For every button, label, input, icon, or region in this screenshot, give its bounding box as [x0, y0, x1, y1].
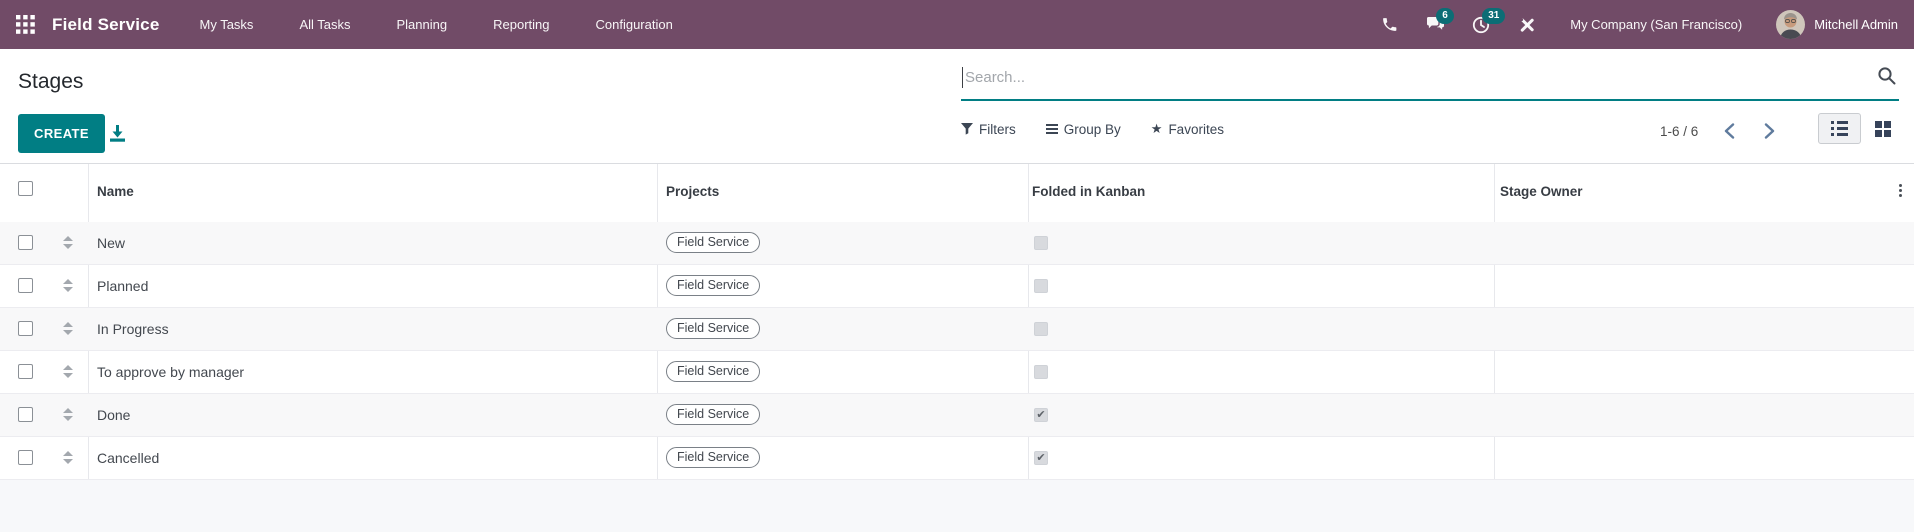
select-all-checkbox[interactable]: [18, 181, 33, 196]
optional-columns-icon[interactable]: [1899, 184, 1902, 197]
menu-all-tasks[interactable]: All Tasks: [299, 17, 350, 32]
project-tag: Field Service: [666, 404, 761, 425]
activities-count-badge: 31: [1482, 7, 1506, 24]
drag-handle-icon[interactable]: [63, 279, 73, 292]
project-tag: Field Service: [666, 232, 761, 253]
navbar-systray: 6 31 My Company (San Francisco) Mitchell…: [1378, 7, 1898, 39]
project-tag: Field Service: [666, 361, 761, 382]
stage-name: New: [97, 235, 126, 251]
stage-name: In Progress: [97, 321, 169, 337]
folded-checkbox: ✔: [1034, 365, 1048, 379]
row-checkbox[interactable]: [18, 450, 33, 465]
group-by-button[interactable]: Group By: [1045, 122, 1121, 137]
table-row[interactable]: To approve by manager Field Service ✔: [0, 351, 1914, 394]
drag-handle-icon[interactable]: [63, 408, 73, 421]
pager-range: 1-6 / 6: [1660, 123, 1699, 139]
funnel-icon: [961, 123, 973, 135]
clock-icon[interactable]: 31: [1470, 7, 1506, 36]
stage-name: Done: [97, 407, 131, 423]
folded-checkbox: ✔: [1034, 236, 1048, 250]
crossed-tools-icon[interactable]: [1516, 14, 1538, 36]
favorites-button[interactable]: ★ Favorites: [1151, 121, 1224, 137]
row-checkbox[interactable]: [18, 407, 33, 422]
star-icon: ★: [1150, 121, 1163, 136]
search-filter-bar: Filters Group By ★ Favorites: [961, 121, 1224, 137]
search-input[interactable]: Search...: [961, 58, 1899, 101]
project-tag: Field Service: [666, 318, 761, 339]
create-button[interactable]: CREATE: [18, 114, 105, 153]
stage-name: Cancelled: [97, 450, 160, 466]
list-view-button[interactable]: [1818, 113, 1861, 144]
app-title[interactable]: Field Service: [52, 15, 160, 35]
folded-checkbox: ✔: [1034, 322, 1048, 336]
table-row[interactable]: Done Field Service ✔: [0, 394, 1914, 437]
folded-checkbox: ✔: [1034, 279, 1048, 293]
drag-handle-icon[interactable]: [63, 322, 73, 335]
row-checkbox[interactable]: [18, 364, 33, 379]
user-avatar: [1776, 10, 1806, 39]
column-header-folded[interactable]: Folded in Kanban: [1032, 184, 1145, 199]
page-title: Stages: [18, 70, 84, 93]
stage-name: To approve by manager: [97, 364, 245, 380]
project-tag: Field Service: [666, 447, 761, 468]
table-row[interactable]: Planned Field Service ✔: [0, 265, 1914, 308]
search-placeholder: Search...: [965, 69, 1026, 86]
list-view-icon: [1831, 121, 1848, 136]
stage-name: Planned: [97, 278, 149, 294]
column-header-stage-owner[interactable]: Stage Owner: [1500, 184, 1583, 199]
filters-button[interactable]: Filters: [961, 122, 1016, 137]
menu-configuration[interactable]: Configuration: [595, 17, 672, 32]
chevron-left-icon[interactable]: [1720, 122, 1738, 140]
table-row[interactable]: New Field Service ✔: [0, 222, 1914, 265]
drag-handle-icon[interactable]: [63, 236, 73, 249]
row-checkbox[interactable]: [18, 235, 33, 250]
search-icon[interactable]: [1877, 66, 1897, 91]
table-row[interactable]: Cancelled Field Service ✔: [0, 437, 1914, 480]
project-tag: Field Service: [666, 275, 761, 296]
apps-grid-icon[interactable]: [12, 12, 38, 38]
row-checkbox[interactable]: [18, 278, 33, 293]
company-switcher[interactable]: My Company (San Francisco): [1570, 17, 1742, 32]
column-header-projects[interactable]: Projects: [666, 184, 719, 199]
menu-planning[interactable]: Planning: [397, 17, 448, 32]
chat-bubbles-icon[interactable]: 6: [1424, 7, 1454, 36]
user-name: Mitchell Admin: [1814, 17, 1898, 32]
table-row[interactable]: In Progress Field Service ✔: [0, 308, 1914, 351]
export-download-icon[interactable]: [108, 124, 128, 144]
kanban-view-button[interactable]: [1861, 113, 1904, 144]
column-header-name[interactable]: Name: [97, 184, 134, 199]
row-checkbox[interactable]: [18, 321, 33, 336]
menu-reporting[interactable]: Reporting: [493, 17, 549, 32]
group-by-lines-icon: [1045, 124, 1058, 134]
folded-checkbox: ✔: [1034, 451, 1048, 465]
phone-icon[interactable]: [1378, 14, 1400, 36]
table-body: New Field Service ✔ Planned Field Servic…: [0, 222, 1914, 480]
pager: 1-6 / 6: [1660, 122, 1778, 140]
field-service-stages-page: Field Service My Tasks All Tasks Plannin…: [0, 0, 1914, 532]
kanban-view-icon: [1874, 120, 1891, 137]
messages-count-badge: 6: [1436, 7, 1454, 24]
text-caret: [962, 67, 963, 88]
top-navbar: Field Service My Tasks All Tasks Plannin…: [0, 0, 1914, 49]
user-menu[interactable]: Mitchell Admin: [1776, 10, 1898, 39]
menu-my-tasks[interactable]: My Tasks: [200, 17, 254, 32]
table-footer-area: [0, 480, 1914, 532]
table-header: Name Projects Folded in Kanban Stage Own…: [0, 164, 1914, 222]
chevron-right-icon[interactable]: [1760, 122, 1778, 140]
view-switcher: [1818, 113, 1904, 144]
folded-checkbox: ✔: [1034, 408, 1048, 422]
main-menu: My Tasks All Tasks Planning Reporting Co…: [200, 17, 673, 32]
drag-handle-icon[interactable]: [63, 365, 73, 378]
drag-handle-icon[interactable]: [63, 451, 73, 464]
